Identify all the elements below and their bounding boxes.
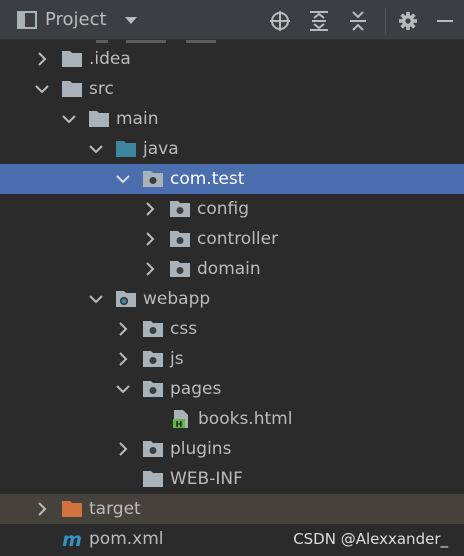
chevron-right-icon[interactable] bbox=[116, 322, 130, 336]
chevron-down-icon[interactable] bbox=[116, 382, 130, 396]
tree-node-java[interactable]: java bbox=[0, 134, 464, 164]
chevron-right-icon[interactable] bbox=[116, 442, 130, 456]
tree-node-controller[interactable]: controller bbox=[0, 224, 464, 254]
tree-node-web-inf[interactable]: WEB-INF bbox=[0, 464, 464, 494]
tree-node-com-test[interactable]: com.test bbox=[0, 164, 464, 194]
watermark: CSDN @Alexxander_ bbox=[293, 530, 448, 548]
project-tree: .idea src main java com.test config cont… bbox=[0, 40, 464, 556]
tree-node-label: config bbox=[197, 199, 250, 219]
tree-node-label: target bbox=[89, 499, 141, 519]
tree-node-main[interactable]: main bbox=[0, 104, 464, 134]
tree-node-src[interactable]: src bbox=[0, 74, 464, 104]
tree-node-label: pom.xml bbox=[89, 529, 164, 549]
tree-node-label: domain bbox=[197, 259, 261, 279]
chevron-right-icon[interactable] bbox=[143, 262, 157, 276]
tree-node-label: WEB-INF bbox=[170, 469, 243, 489]
package-icon bbox=[170, 201, 190, 217]
folder-icon bbox=[89, 111, 109, 127]
locate-icon[interactable] bbox=[269, 10, 291, 32]
tree-node-idea[interactable]: .idea bbox=[0, 44, 464, 74]
chevron-down-icon[interactable] bbox=[124, 16, 138, 25]
folder-icon bbox=[62, 81, 82, 97]
chevron-right-icon[interactable] bbox=[35, 52, 49, 66]
tree-node-domain[interactable]: domain bbox=[0, 254, 464, 284]
svg-text:m: m bbox=[62, 529, 82, 549]
chevron-down-icon[interactable] bbox=[89, 142, 103, 156]
tree-node-label: com.test bbox=[170, 169, 245, 189]
folder-icon bbox=[62, 51, 82, 67]
tree-node-label: css bbox=[170, 319, 198, 339]
source-folder-icon bbox=[116, 141, 136, 157]
hide-icon[interactable] bbox=[434, 10, 456, 32]
package-icon bbox=[170, 231, 190, 247]
tree-node-label: main bbox=[116, 109, 159, 129]
tree-node-label: controller bbox=[197, 229, 279, 249]
chevron-right-icon[interactable] bbox=[143, 202, 157, 216]
tree-node-books-html[interactable]: H books.html bbox=[0, 404, 464, 434]
tree-node-pages[interactable]: pages bbox=[0, 374, 464, 404]
excluded-folder-icon bbox=[62, 501, 82, 517]
folder-icon bbox=[143, 471, 163, 487]
gear-icon[interactable] bbox=[397, 10, 419, 32]
chevron-down-icon[interactable] bbox=[35, 82, 49, 96]
package-icon bbox=[170, 261, 190, 277]
toolbar-separator bbox=[385, 8, 386, 34]
project-view-icon[interactable] bbox=[17, 11, 37, 29]
tree-node-config[interactable]: config bbox=[0, 194, 464, 224]
tree-node-css[interactable]: css bbox=[0, 314, 464, 344]
tree-node-label: pages bbox=[170, 379, 222, 399]
svg-text:H: H bbox=[176, 420, 183, 429]
package-icon bbox=[143, 171, 163, 187]
chevron-right-icon[interactable] bbox=[143, 232, 157, 246]
tree-node-js[interactable]: js bbox=[0, 344, 464, 374]
tree-node-label: plugins bbox=[170, 439, 232, 459]
tree-node-webapp[interactable]: webapp bbox=[0, 284, 464, 314]
tree-node-label: .idea bbox=[89, 49, 131, 69]
html-file-icon: H bbox=[173, 410, 188, 429]
project-view-title[interactable]: Project bbox=[45, 9, 107, 30]
tree-node-target[interactable]: target bbox=[0, 494, 464, 524]
chevron-down-icon[interactable] bbox=[116, 172, 130, 186]
tree-node-label: webapp bbox=[143, 289, 211, 309]
package-icon bbox=[143, 441, 163, 457]
package-icon bbox=[143, 381, 163, 397]
package-icon bbox=[143, 351, 163, 367]
tree-node-label: js bbox=[170, 349, 184, 369]
tree-node-label: java bbox=[143, 139, 179, 159]
tree-node-plugins[interactable]: plugins bbox=[0, 434, 464, 464]
chevron-right-icon[interactable] bbox=[116, 352, 130, 366]
tree-node-label: src bbox=[89, 79, 114, 99]
chevron-right-icon[interactable] bbox=[35, 502, 49, 516]
web-folder-icon bbox=[116, 291, 136, 307]
tree-node-label: books.html bbox=[198, 409, 293, 429]
collapse-all-icon[interactable] bbox=[347, 10, 369, 32]
maven-file-icon: m bbox=[62, 529, 82, 549]
expand-all-icon[interactable] bbox=[308, 10, 330, 32]
chevron-down-icon[interactable] bbox=[62, 112, 76, 126]
chevron-down-icon[interactable] bbox=[89, 292, 103, 306]
package-icon bbox=[143, 321, 163, 337]
project-tool-window-header: Project bbox=[0, 0, 464, 40]
